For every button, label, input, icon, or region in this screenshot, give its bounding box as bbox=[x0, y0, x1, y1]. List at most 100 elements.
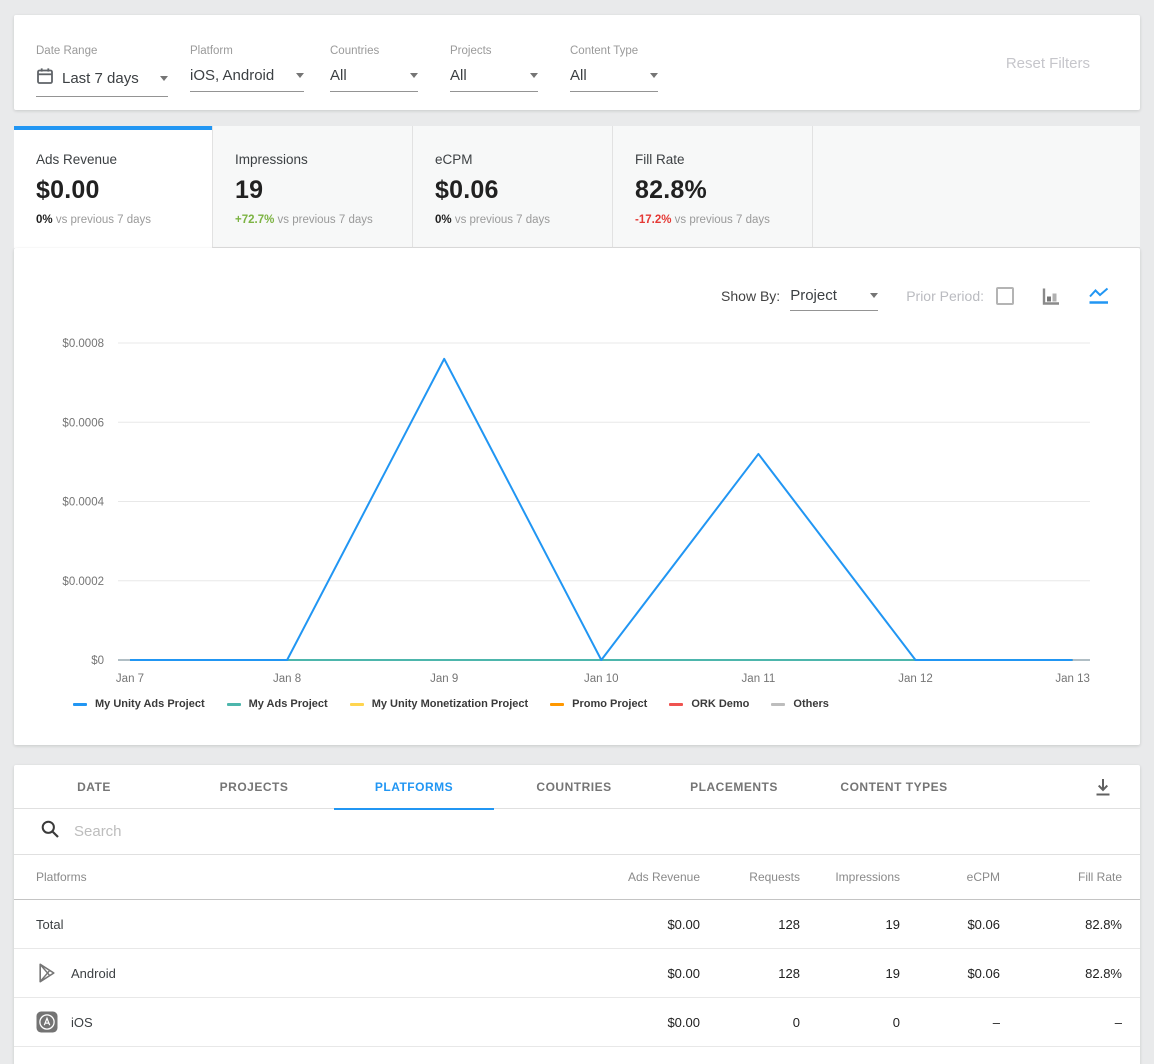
legend-item-promo-project[interactable]: Promo Project bbox=[550, 698, 647, 710]
stat-card-ads-revenue[interactable]: Ads Revenue$0.000% vs previous 7 days bbox=[14, 126, 212, 248]
row-value: 0 bbox=[700, 1015, 800, 1030]
stat-delta: 0% vs previous 7 days bbox=[435, 214, 550, 226]
stat-value: 82.8% bbox=[635, 176, 707, 205]
search-icon bbox=[40, 819, 60, 844]
tab-platforms[interactable]: PLATFORMS bbox=[334, 765, 494, 809]
legend-item-my-ads-project[interactable]: My Ads Project bbox=[227, 698, 328, 710]
row-value: $0.00 bbox=[580, 917, 700, 932]
filter-value[interactable]: All bbox=[570, 67, 658, 92]
row-label-cell: Android bbox=[36, 962, 580, 984]
chart-controls: Show By: Project Prior Period: bbox=[721, 282, 1110, 310]
chart-legend: My Unity Ads Project My Ads Project My Uni… bbox=[73, 698, 829, 710]
stat-delta: -17.2% vs previous 7 days bbox=[635, 214, 770, 226]
stat-card-fill-rate[interactable]: Fill Rate82.8%-17.2% vs previous 7 days bbox=[612, 126, 812, 248]
line-chart: $0$0.0002$0.0004$0.0006$0.0008Jan 7Jan 8… bbox=[14, 318, 1140, 698]
table-row-total: Total$0.0012819$0.0682.8% bbox=[14, 900, 1140, 949]
legend-swatch bbox=[73, 703, 87, 706]
row-value: 82.8% bbox=[1000, 917, 1122, 932]
row-label-cell: iOS bbox=[36, 1011, 580, 1033]
search-input[interactable] bbox=[74, 823, 674, 840]
filter-date-range[interactable]: Date RangeLast 7 days bbox=[36, 15, 168, 110]
legend-swatch bbox=[771, 703, 785, 706]
filter-value[interactable]: All bbox=[330, 67, 418, 92]
svg-text:Jan 12: Jan 12 bbox=[898, 673, 933, 685]
filter-label: Platform bbox=[190, 45, 233, 57]
stat-card-impressions[interactable]: Impressions19+72.7% vs previous 7 days bbox=[212, 126, 412, 248]
filter-platform[interactable]: Platform iOS, Android bbox=[190, 15, 304, 110]
svg-text:$0.0004: $0.0004 bbox=[62, 497, 104, 509]
reset-filters-button[interactable]: Reset Filters bbox=[1006, 55, 1090, 72]
row-value: 19 bbox=[800, 966, 900, 981]
row-value: 82.8% bbox=[1000, 966, 1122, 981]
filter-countries[interactable]: Countries All bbox=[330, 15, 418, 110]
stat-delta: 0% vs previous 7 days bbox=[36, 214, 151, 226]
tab-date[interactable]: DATE bbox=[14, 765, 174, 809]
legend-label: My Ads Project bbox=[249, 698, 328, 710]
show-by-label: Show By: bbox=[721, 288, 780, 304]
download-icon[interactable] bbox=[1094, 777, 1112, 802]
table-row-android[interactable]: Android $0.0012819$0.0682.8% bbox=[14, 949, 1140, 998]
legend-swatch bbox=[550, 703, 564, 706]
legend-label: Promo Project bbox=[572, 698, 647, 710]
filter-selected-value: All bbox=[570, 67, 587, 84]
legend-item-my-unity-monetization-project[interactable]: My Unity Monetization Project bbox=[350, 698, 528, 710]
table-header-row: PlatformsAds RevenueRequestsImpressionse… bbox=[14, 855, 1140, 900]
table-row-ios[interactable]: iOS$0.0000–– bbox=[14, 998, 1140, 1047]
filter-label: Projects bbox=[450, 45, 492, 57]
row-value: $0.06 bbox=[900, 917, 1000, 932]
breakdown-table-card: DATEPROJECTSPLATFORMSCOUNTRIESPLACEMENTS… bbox=[14, 765, 1140, 1064]
filter-value[interactable]: iOS, Android bbox=[190, 67, 304, 92]
row-value: – bbox=[900, 1015, 1000, 1030]
show-by-dropdown[interactable]: Project bbox=[790, 287, 878, 311]
row-label: Android bbox=[71, 966, 116, 981]
column-header-platforms: Platforms bbox=[36, 870, 580, 884]
legend-item-others[interactable]: Others bbox=[771, 698, 828, 710]
row-value: $0.00 bbox=[580, 1015, 700, 1030]
search-row bbox=[14, 809, 1140, 855]
legend-label: My Unity Monetization Project bbox=[372, 698, 528, 710]
row-value: 128 bbox=[700, 966, 800, 981]
legend-label: ORK Demo bbox=[691, 698, 749, 710]
bar-chart-toggle-icon[interactable] bbox=[1040, 286, 1061, 306]
svg-text:Jan 7: Jan 7 bbox=[116, 673, 144, 685]
filter-value[interactable]: All bbox=[450, 67, 538, 92]
filter-selected-value: Last 7 days bbox=[62, 70, 139, 87]
legend-swatch bbox=[350, 703, 364, 706]
column-header-requests: Requests bbox=[700, 870, 800, 884]
chevron-down-icon bbox=[530, 73, 538, 78]
stats-filler bbox=[812, 126, 1140, 248]
legend-item-my-unity-ads-project[interactable]: My Unity Ads Project bbox=[73, 698, 205, 710]
filter-content-type[interactable]: Content TypeAll bbox=[570, 15, 658, 110]
row-value: 128 bbox=[700, 917, 800, 932]
filter-value[interactable]: Last 7 days bbox=[36, 67, 168, 97]
legend-item-ork-demo[interactable]: ORK Demo bbox=[669, 698, 749, 710]
calendar-icon bbox=[36, 67, 54, 89]
table-tabs: DATEPROJECTSPLATFORMSCOUNTRIESPLACEMENTS… bbox=[14, 765, 1140, 809]
svg-text:Jan 11: Jan 11 bbox=[742, 673, 776, 685]
legend-swatch bbox=[669, 703, 683, 706]
filter-label: Countries bbox=[330, 45, 379, 57]
stat-label: Ads Revenue bbox=[36, 152, 117, 167]
tab-projects[interactable]: PROJECTS bbox=[174, 765, 334, 809]
filter-selected-value: iOS, Android bbox=[190, 67, 274, 84]
svg-text:$0.0008: $0.0008 bbox=[62, 338, 104, 350]
stat-label: eCPM bbox=[435, 152, 473, 167]
line-chart-toggle-icon[interactable] bbox=[1087, 286, 1110, 306]
svg-text:Jan 9: Jan 9 bbox=[430, 673, 458, 685]
svg-text:Jan 13: Jan 13 bbox=[1055, 673, 1090, 685]
prior-period-checkbox[interactable] bbox=[996, 287, 1014, 305]
stat-card-ecpm[interactable]: eCPM$0.060% vs previous 7 days bbox=[412, 126, 612, 248]
tab-content-types[interactable]: CONTENT TYPES bbox=[814, 765, 974, 809]
tab-countries[interactable]: COUNTRIES bbox=[494, 765, 654, 809]
svg-text:$0.0002: $0.0002 bbox=[62, 576, 104, 588]
tab-placements[interactable]: PLACEMENTS bbox=[654, 765, 814, 809]
row-value: $0.06 bbox=[900, 966, 1000, 981]
row-value: $0.00 bbox=[580, 966, 700, 981]
filter-selected-value: All bbox=[450, 67, 467, 84]
chevron-down-icon bbox=[410, 73, 418, 78]
svg-text:Jan 10: Jan 10 bbox=[584, 673, 619, 685]
column-header-ads-revenue: Ads Revenue bbox=[580, 870, 700, 884]
filter-projects[interactable]: Projects All bbox=[450, 15, 538, 110]
chart-card: Show By: Project Prior Period: $0$0.0002… bbox=[14, 248, 1140, 745]
row-value: 19 bbox=[800, 917, 900, 932]
